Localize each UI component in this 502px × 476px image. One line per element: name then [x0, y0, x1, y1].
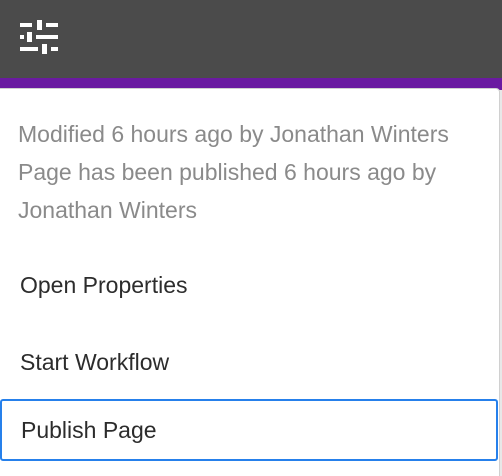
start-workflow-label: Start Workflow [20, 348, 170, 375]
top-toolbar [0, 0, 502, 78]
open-properties-menu-item[interactable]: Open Properties [0, 256, 498, 314]
published-info-line-2: Jonathan Winters [18, 197, 197, 223]
publish-page-label: Publish Page [21, 416, 157, 443]
publish-page-menu-item[interactable]: Publish Page [0, 399, 498, 461]
open-properties-label: Open Properties [20, 271, 188, 298]
start-workflow-menu-item[interactable]: Start Workflow [0, 333, 498, 391]
page-actions-popover: Modified 6 hours ago by Jonathan Winters… [0, 88, 500, 476]
published-info-line-1: Page has been published 6 hours ago by [18, 159, 437, 185]
settings-button[interactable] [10, 8, 68, 66]
page-status-info: Modified 6 hours ago by Jonathan Winters… [18, 115, 488, 229]
sliders-icon [20, 20, 58, 54]
modified-info: Modified 6 hours ago by Jonathan Winters [18, 121, 449, 147]
